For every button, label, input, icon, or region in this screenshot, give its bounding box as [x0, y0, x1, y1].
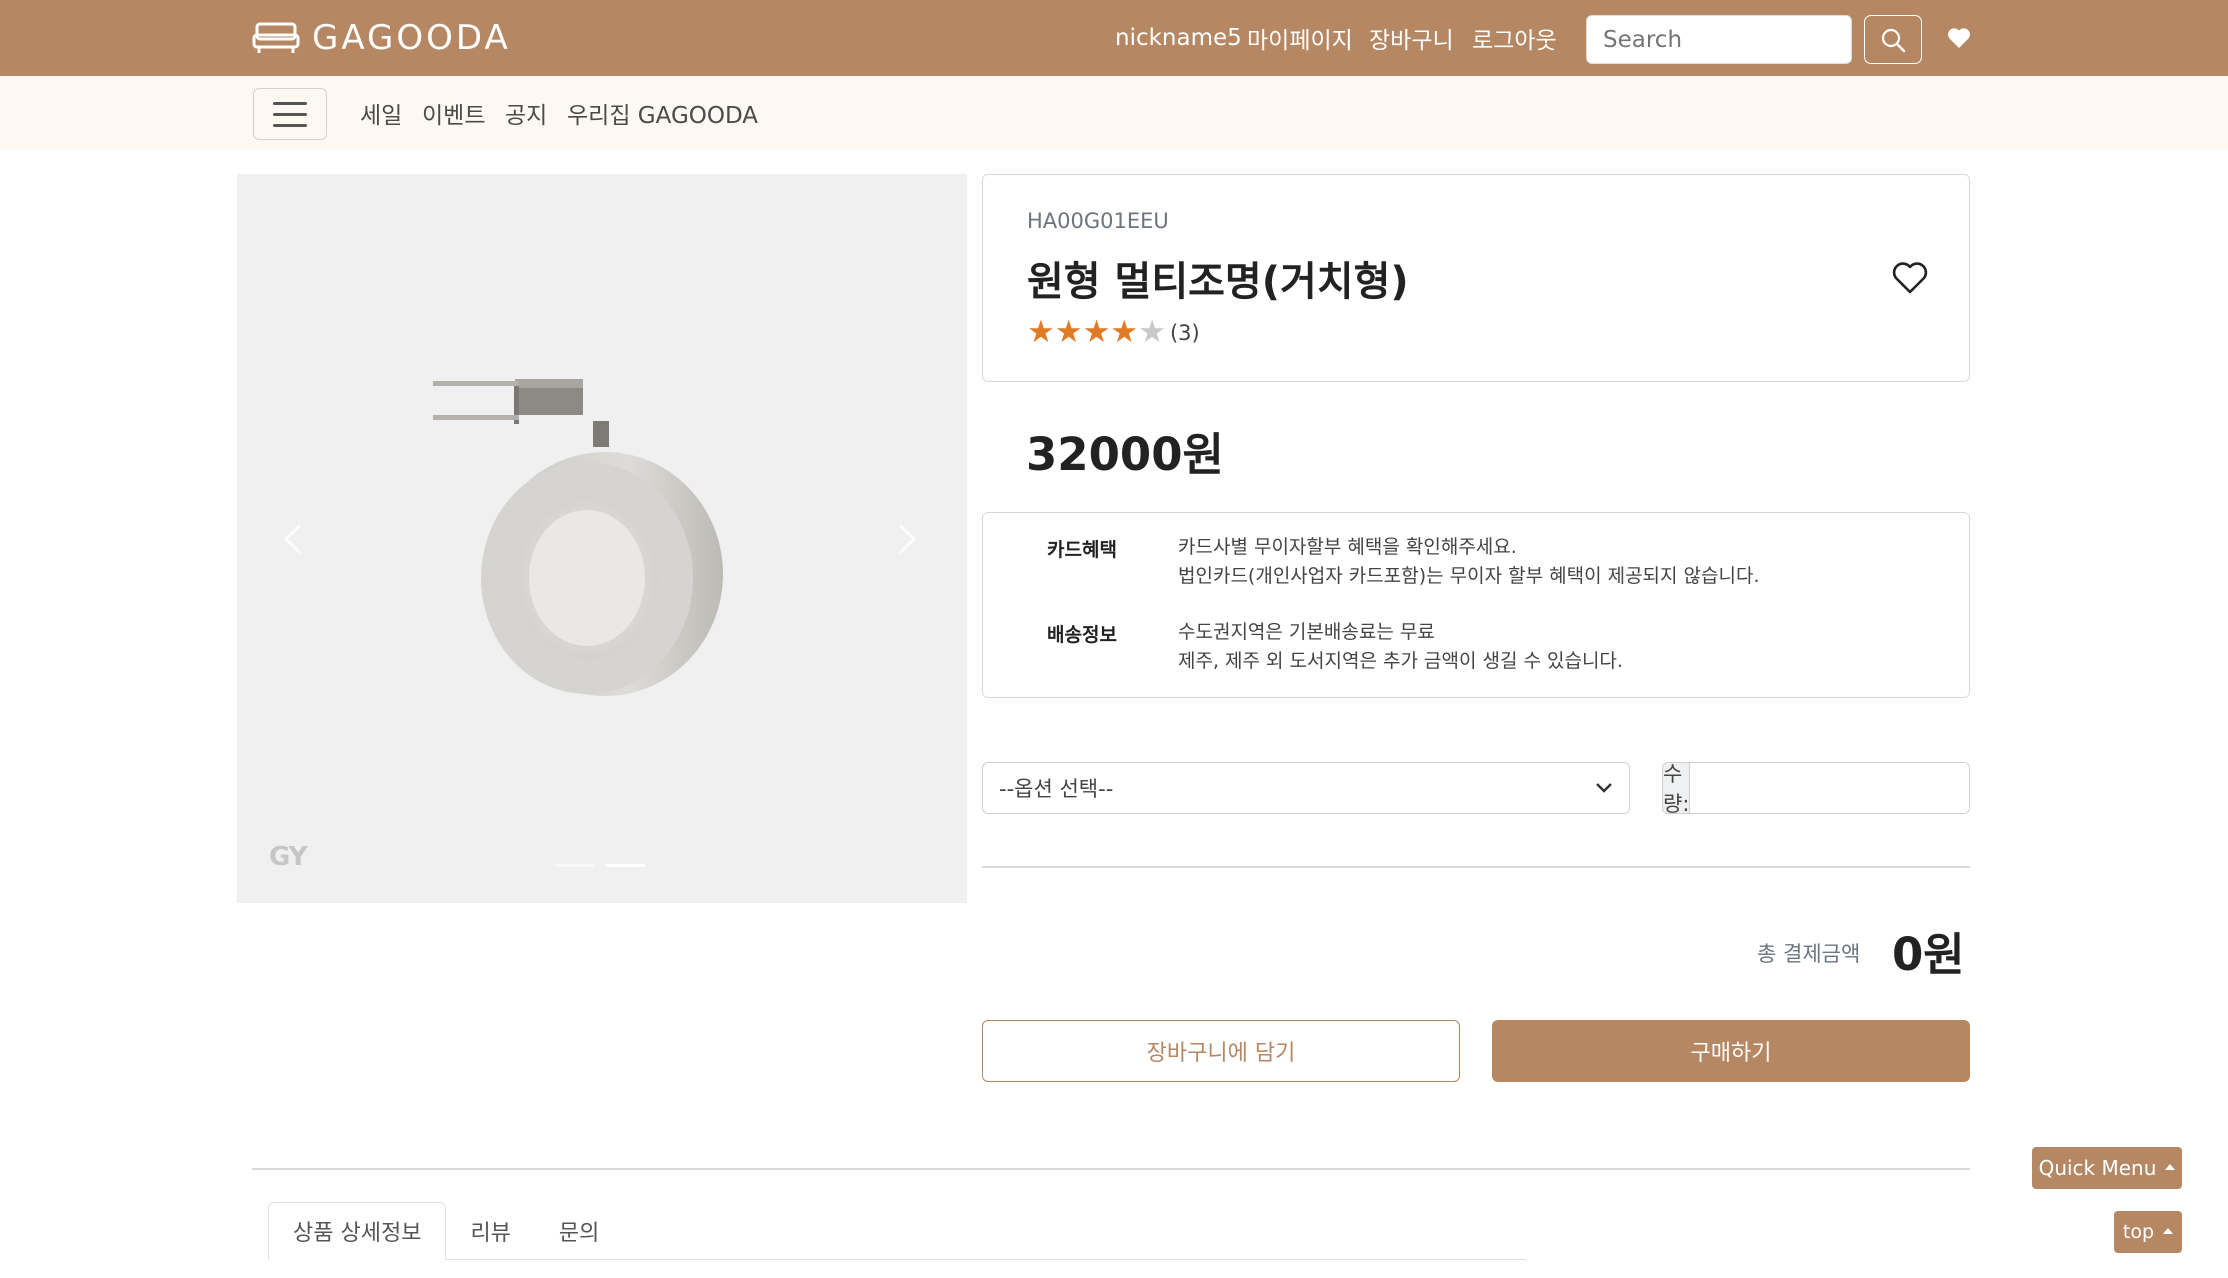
caret-up-icon: [2163, 1228, 2174, 1234]
card-benefit-label: 카드혜택: [1047, 539, 1117, 561]
product-price: 32000원: [1026, 428, 1224, 481]
total-price-label: 총 결제금액: [1757, 942, 1861, 966]
review-count: (3): [1169, 320, 1200, 345]
buy-now-button[interactable]: 구매하기: [1492, 1020, 1970, 1082]
star-icon: ★: [1110, 314, 1139, 350]
category-navbar: 세일 이벤트 공지 우리집 GAGOODA: [0, 76, 2228, 150]
scroll-top-button[interactable]: top: [2114, 1211, 2182, 1253]
shipping-info-label: 배송정보: [1047, 624, 1117, 646]
wishlist-button[interactable]: [1891, 259, 1929, 297]
total-price-value: 0원: [1892, 928, 1965, 981]
carousel-indicators: [555, 864, 645, 867]
chevron-left-icon: [283, 523, 302, 555]
tab-product-details[interactable]: 상품 상세정보: [268, 1202, 447, 1260]
top-navbar: GAGOODA nickname5 마이페이지 장바구니 로그아웃: [0, 0, 2228, 76]
add-to-cart-button[interactable]: 장바구니에 담기: [982, 1020, 1460, 1082]
mypage-link[interactable]: 마이페이지: [1247, 0, 1353, 76]
carousel-prev-button[interactable]: [273, 519, 313, 559]
option-select[interactable]: --옵션 선택--: [982, 762, 1630, 814]
wishlist-heart-button[interactable]: [1944, 22, 1974, 54]
sofa-logo-icon: [252, 22, 300, 53]
logo-text: GAGOODA: [312, 18, 511, 58]
star-empty-icon: ★: [1138, 314, 1166, 350]
card-benefit-text: 카드사별 무이자할부 혜택을 확인해주세요. 법인카드(개인사업자 카드포함)는…: [1178, 536, 1760, 587]
nav-our-home[interactable]: 우리집 GAGOODA: [567, 76, 758, 150]
chevron-right-icon: [898, 523, 917, 555]
chevron-down-icon: [1596, 783, 1612, 793]
caret-up-icon: [2165, 1164, 2176, 1170]
carousel-indicator-2[interactable]: [605, 864, 645, 867]
benefit-info-card: 카드혜택 카드사별 무이자할부 혜택을 확인해주세요. 법인카드(개인사업자 카…: [982, 512, 1970, 698]
divider: [982, 866, 1970, 868]
product-image-carousel[interactable]: GY: [237, 174, 967, 903]
option-select-value: --옵션 선택--: [999, 777, 1114, 801]
nav-sale[interactable]: 세일: [360, 76, 402, 150]
search-button[interactable]: [1864, 15, 1922, 64]
menu-toggle-button[interactable]: [253, 88, 327, 140]
nav-event[interactable]: 이벤트: [422, 76, 485, 150]
shipping-info-text: 수도권지역은 기본배송료는 무료 제주, 제주 외 도서지역은 추가 금액이 생…: [1178, 621, 1623, 672]
quantity-input[interactable]: [1690, 763, 1969, 813]
image-watermark: GY: [269, 842, 308, 872]
quantity-group: 수량:: [1662, 762, 1970, 814]
heart-outline-icon: [1892, 262, 1928, 294]
hamburger-icon: [273, 101, 307, 105]
product-image: [433, 379, 723, 696]
logo[interactable]: GAGOODA: [252, 18, 511, 58]
logout-link[interactable]: 로그아웃: [1472, 0, 1557, 76]
rating-stars: ★ ★ ★ ★ ★ (3): [1027, 317, 1200, 348]
carousel-next-button[interactable]: [887, 519, 927, 559]
carousel-indicator-1[interactable]: [555, 864, 595, 867]
search-input[interactable]: [1586, 15, 1852, 64]
star-icon: ★: [1054, 314, 1083, 350]
product-info-card: HA00G01EEU 원형 멀티조명(거치형) ★ ★ ★ ★ ★ (3): [982, 174, 1970, 382]
nav-notice[interactable]: 공지: [505, 76, 547, 150]
quick-menu-button[interactable]: Quick Menu: [2032, 1147, 2182, 1189]
search-icon: [1881, 28, 1906, 52]
product-name: 원형 멀티조명(거치형): [1027, 259, 1409, 305]
quantity-label: 수량:: [1663, 762, 1691, 814]
product-tabs: 상품 상세정보 리뷰 문의: [268, 1202, 623, 1260]
tab-inquiries[interactable]: 문의: [535, 1202, 623, 1260]
cart-link[interactable]: 장바구니: [1369, 0, 1454, 76]
heart-icon: [1948, 28, 1970, 48]
star-icon: ★: [1082, 314, 1111, 350]
product-sku: HA00G01EEU: [1027, 209, 1169, 233]
nickname-link[interactable]: nickname5: [1115, 0, 1242, 76]
tab-reviews[interactable]: 리뷰: [446, 1202, 534, 1260]
divider: [252, 1168, 1970, 1170]
star-icon: ★: [1027, 314, 1055, 350]
